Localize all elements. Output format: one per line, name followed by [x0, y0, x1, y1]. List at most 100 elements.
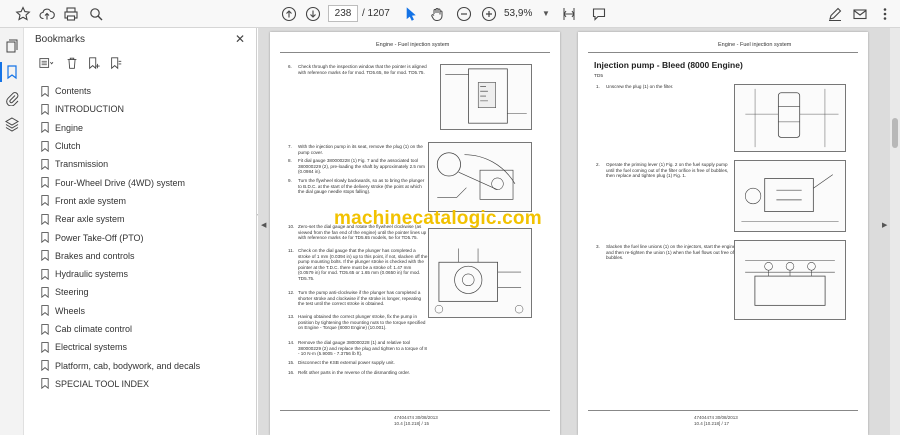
document-viewport[interactable]: Engine - Fuel injection system 6. Check t… [258, 28, 900, 435]
bookmark-item[interactable]: Hydraulic systems [41, 265, 200, 283]
scroll-right-arrow-icon[interactable]: ▶ [882, 221, 887, 229]
bookmark-item[interactable]: Cab climate control [41, 320, 200, 338]
bookmark-icon [41, 140, 49, 152]
bookmark-item[interactable]: Power Take-Off (PTO) [41, 228, 200, 246]
bookmark-label: Contents [55, 86, 92, 97]
bookmark-label: Platform, cab, bodywork, and decals [55, 360, 201, 371]
attachments-paperclip-icon[interactable] [4, 90, 20, 107]
side-nav-strip [0, 28, 24, 435]
bookmark-item[interactable]: Engine [41, 119, 200, 137]
figure-inspection-window [440, 64, 532, 130]
figure-priming-lever [734, 160, 846, 232]
figure-fuel-unions [734, 240, 846, 320]
bookmark-item[interactable]: INTRODUCTION [41, 100, 200, 118]
bookmark-item[interactable]: SPECIAL TOOL INDEX [41, 375, 200, 393]
step-item: 1. Unscrew the plug (1) on the filter. [596, 84, 674, 89]
expand-bookmark-icon[interactable] [109, 56, 123, 72]
bookmark-icon [41, 195, 49, 207]
bookmark-label: Electrical systems [55, 342, 128, 353]
email-icon[interactable] [851, 5, 869, 23]
step-item: 3. Slacken the fuel line unions (1) on th… [596, 244, 736, 261]
new-bookmark-icon[interactable] [87, 56, 101, 72]
page-number-input[interactable]: 238 [328, 5, 358, 22]
watermark-text: machinecatalogic.com [334, 208, 542, 229]
bookmark-icon [41, 158, 49, 170]
more-options-icon[interactable] [876, 5, 894, 23]
figure-dial-gauge-fit [428, 142, 532, 212]
bookmark-item[interactable]: Transmission [41, 155, 200, 173]
step-item: 12. Turn the pump anti-clockwise if the p… [288, 290, 422, 307]
print-icon[interactable] [62, 5, 80, 23]
figure-plunger-check [428, 228, 532, 318]
bookmark-icon [41, 268, 49, 280]
page-total: / 1207 [362, 8, 390, 19]
bookmark-label: Clutch [55, 141, 81, 152]
bookmark-icon [41, 250, 49, 262]
bookmark-label: SPECIAL TOOL INDEX [55, 378, 150, 389]
page-down-icon[interactable] [304, 5, 322, 23]
bookmark-item[interactable]: Steering [41, 283, 200, 301]
bookmark-icon [41, 177, 49, 189]
page-up-icon[interactable] [280, 5, 298, 23]
bookmark-item[interactable]: Contents [41, 82, 200, 100]
bookmark-icon [41, 122, 49, 134]
bookmarks-panel-icon[interactable] [0, 62, 20, 82]
cloud-upload-icon[interactable] [38, 5, 56, 23]
bookmark-item[interactable]: Four-Wheel Drive (4WD) system [41, 173, 200, 191]
bookmark-item[interactable]: Brakes and controls [41, 247, 200, 265]
search-icon[interactable] [87, 5, 105, 23]
delete-bookmark-icon[interactable] [65, 56, 79, 72]
sign-pen-icon[interactable] [826, 5, 844, 23]
page-header: Engine - Fuel injection system [376, 42, 450, 48]
bookmark-item[interactable]: Front axle system [41, 192, 200, 210]
section-title: Injection pump - Bleed (8000 Engine) [594, 60, 743, 70]
select-cursor-icon[interactable] [402, 5, 420, 23]
bookmark-item[interactable]: Electrical systems [41, 338, 200, 356]
hand-tool-icon[interactable] [428, 5, 446, 23]
bookmark-item[interactable]: Platform, cab, bodywork, and decals [41, 356, 200, 374]
step-item: 2. Operate the priming lever (1) Fig. 2 o… [596, 162, 729, 179]
bookmark-icon [41, 85, 49, 97]
bookmarks-panel-title: Bookmarks [35, 34, 86, 45]
bookmark-label: Steering [55, 287, 89, 298]
vertical-scrollbar[interactable] [890, 28, 900, 435]
bookmark-icon [41, 213, 49, 225]
bookmark-label: Power Take-Off (PTO) [55, 232, 144, 243]
bookmark-item[interactable]: Clutch [41, 137, 200, 155]
bookmark-item[interactable]: Wheels [41, 302, 200, 320]
step-item: 11. Check on the dial gauge that the plun… [288, 248, 428, 281]
page-footer: 47404474 30/08/2013 10.4 [10.218] / 15 [394, 415, 438, 426]
step-item: 15. Disconnect the KSB external power sup… [288, 360, 395, 365]
bookmarks-panel: Bookmarks ✕ Contents INTRODUCTION Engine Cl… [25, 28, 257, 435]
scrollbar-thumb[interactable] [892, 118, 898, 148]
zoom-level-select[interactable]: 53,9% [504, 5, 540, 22]
bookmark-item[interactable]: Rear axle system [41, 210, 200, 228]
fit-page-icon[interactable] [560, 5, 578, 23]
bookmark-star-icon[interactable] [14, 5, 32, 23]
bookmarks-list: Contents INTRODUCTION Engine Clutch Transmis… [41, 82, 200, 393]
bookmark-options-menu-icon[interactable] [35, 56, 57, 72]
zoom-dropdown-chevron-icon[interactable]: ▼ [542, 9, 550, 18]
bookmark-label: Hydraulic systems [55, 269, 129, 280]
layers-icon[interactable] [4, 116, 20, 132]
bookmark-icon [41, 305, 49, 317]
page-thumbnails-icon[interactable] [4, 38, 20, 54]
step-item: 9. Turn the flywheel slowly backwards, so… [288, 178, 425, 195]
close-icon[interactable]: ✕ [235, 32, 245, 46]
page-footer: 47404474 30/08/2013 10.4 [10.218] / 17 [694, 415, 738, 426]
bookmark-icon [41, 360, 49, 372]
document-page-right: Engine - Fuel injection system Injection… [578, 32, 868, 435]
page-header: Engine - Fuel injection system [718, 42, 792, 48]
scroll-left-arrow-icon[interactable]: ◀ [261, 221, 266, 229]
bookmark-label: Engine [55, 122, 84, 133]
bookmark-icon [41, 232, 49, 244]
bookmark-label: Rear axle system [55, 214, 125, 225]
document-page-left: Engine - Fuel injection system 6. Check t… [270, 32, 560, 435]
step-item: 13. Having obtained the correct plunger s… [288, 314, 426, 331]
zoom-in-icon[interactable] [480, 5, 498, 23]
zoom-out-icon[interactable] [455, 5, 473, 23]
comment-icon[interactable] [590, 5, 608, 23]
main-toolbar: 238 / 1207 53,9% ▼ [0, 0, 900, 28]
bookmark-icon [41, 341, 49, 353]
bookmark-icon [41, 323, 49, 335]
